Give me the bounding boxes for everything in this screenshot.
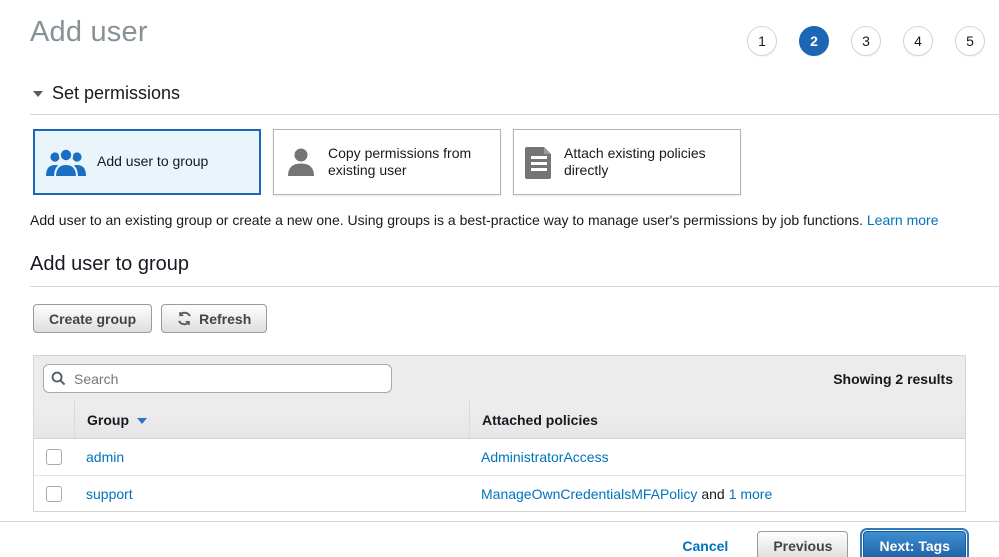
- refresh-icon: [177, 311, 192, 326]
- user-group-icon: [45, 146, 87, 178]
- policy-link[interactable]: ManageOwnCredentialsMFAPolicy: [481, 486, 697, 502]
- next-tags-button[interactable]: Next: Tags: [863, 531, 966, 557]
- step-3: 3: [851, 26, 881, 56]
- attached-policies-cell: ManageOwnCredentialsMFAPolicy and 1 more: [469, 476, 965, 511]
- option-card-label: Copy permissions from existing user: [328, 145, 490, 180]
- row-checkbox-cell: [34, 439, 74, 475]
- permission-option-cards: Add user to group Copy permissions from …: [33, 129, 999, 195]
- collapse-caret-icon: [33, 91, 43, 97]
- group-name-cell: support: [74, 476, 469, 511]
- policy-document-icon: [524, 145, 554, 179]
- select-all-column: [34, 401, 74, 438]
- group-column-label: Group: [87, 412, 129, 428]
- page-title: Add user: [30, 16, 148, 49]
- set-permissions-toggle[interactable]: Set permissions: [33, 83, 999, 104]
- option-card-attach-policies[interactable]: Attach existing policies directly: [513, 129, 741, 195]
- step-4: 4: [903, 26, 933, 56]
- group-description-text: Add user to an existing group or create …: [30, 212, 969, 228]
- step-1: 1: [747, 26, 777, 56]
- option-card-label: Add user to group: [97, 153, 208, 171]
- wizard-footer: Cancel Previous Next: Tags: [0, 522, 999, 557]
- more-policies-link[interactable]: 1 more: [729, 486, 773, 502]
- results-count: Showing 2 results: [833, 371, 956, 387]
- learn-more-link[interactable]: Learn more: [867, 212, 939, 228]
- groups-table-panel: Showing 2 results Group Attached policie…: [33, 355, 966, 512]
- row-checkbox-cell: [34, 476, 74, 511]
- row-checkbox[interactable]: [46, 486, 62, 502]
- cancel-link[interactable]: Cancel: [682, 538, 728, 554]
- add-user-wizard-page: Add user 1 2 3 4 5 Set permissions: [0, 0, 999, 557]
- wizard-step-indicator: 1 2 3 4 5: [747, 26, 985, 56]
- step-2-active: 2: [799, 26, 829, 56]
- group-toolbar: Create group Refresh: [33, 304, 999, 333]
- attached-policies-cell: AdministratorAccess: [469, 439, 965, 475]
- single-user-icon: [284, 145, 318, 179]
- search-icon: [51, 371, 66, 391]
- add-user-to-group-heading: Add user to group: [30, 253, 999, 276]
- option-card-label: Attach existing policies directly: [564, 145, 730, 180]
- previous-button[interactable]: Previous: [757, 531, 848, 557]
- policies-column-label: Attached policies: [482, 412, 598, 428]
- table-header-row: Group Attached policies: [34, 401, 965, 439]
- description-text: Add user to an existing group or create …: [30, 212, 863, 228]
- section-divider: [30, 114, 999, 115]
- group-link[interactable]: support: [86, 486, 133, 502]
- set-permissions-title: Set permissions: [52, 83, 180, 104]
- policies-column-header: Attached policies: [469, 401, 965, 438]
- group-column-header[interactable]: Group: [74, 401, 469, 438]
- row-checkbox[interactable]: [46, 449, 62, 465]
- refresh-button-label: Refresh: [199, 311, 251, 327]
- search-box: [43, 364, 392, 393]
- table-row-admin: admin AdministratorAccess: [34, 439, 965, 475]
- table-row-support: support ManageOwnCredentialsMFAPolicy an…: [34, 475, 965, 511]
- search-input[interactable]: [43, 364, 392, 393]
- group-link[interactable]: admin: [86, 449, 124, 465]
- page-header: Add user 1 2 3 4 5: [0, 0, 999, 56]
- group-name-cell: admin: [74, 439, 469, 475]
- policy-link[interactable]: AdministratorAccess: [481, 449, 609, 465]
- option-card-copy-permissions[interactable]: Copy permissions from existing user: [273, 129, 501, 195]
- create-group-button[interactable]: Create group: [33, 304, 152, 333]
- table-controls-bar: Showing 2 results: [34, 356, 965, 401]
- step-5: 5: [955, 26, 985, 56]
- option-card-add-user-to-group[interactable]: Add user to group: [33, 129, 261, 195]
- refresh-button[interactable]: Refresh: [161, 304, 267, 333]
- section-divider: [30, 286, 999, 287]
- sort-desc-icon: [137, 418, 147, 424]
- policy-join-text: and: [701, 486, 724, 502]
